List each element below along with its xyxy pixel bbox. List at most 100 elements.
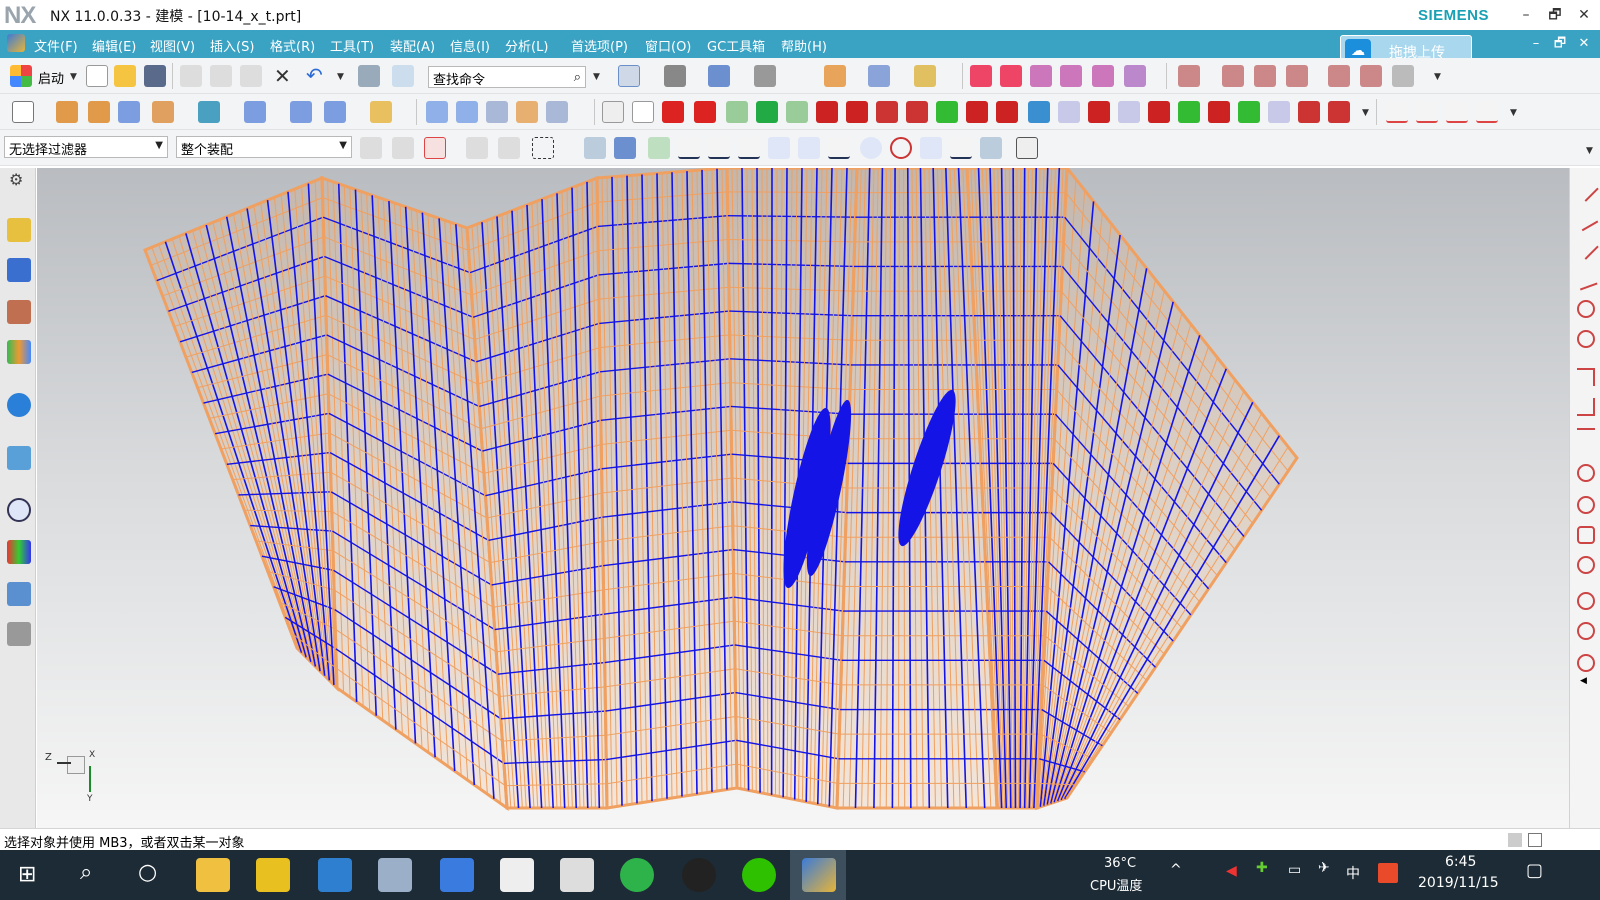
menu-insert[interactable]: 插入(S) [210, 36, 254, 55]
grid-icon[interactable] [1016, 137, 1038, 159]
rounded-rect-icon[interactable] [1577, 526, 1595, 544]
gear-icon[interactable]: ⚙ [9, 170, 23, 189]
reuse-library-icon[interactable] [7, 340, 31, 364]
offset-curve-icon[interactable] [1124, 65, 1146, 87]
start-icon[interactable] [10, 65, 32, 87]
assembly-navigator-icon[interactable] [7, 258, 31, 282]
link-icon[interactable] [906, 101, 928, 123]
cut-icon[interactable] [180, 65, 202, 87]
surface-icon[interactable] [426, 101, 448, 123]
save-icon[interactable] [144, 65, 166, 87]
notification-icon[interactable]: ▢ [1526, 860, 1543, 881]
battery-icon[interactable]: ▭ [1288, 862, 1301, 878]
wave-icon[interactable] [1360, 65, 1382, 87]
dot-pattern-icon[interactable] [726, 101, 748, 123]
toolbar-overflow-icon[interactable]: ▼ [1586, 146, 1593, 156]
spur-gear-icon[interactable] [1058, 101, 1080, 123]
history-icon[interactable] [7, 498, 31, 522]
menu-window[interactable]: 窗口(O) [645, 36, 691, 55]
wheel-icon[interactable] [1148, 101, 1170, 123]
wireframe-model[interactable] [37, 168, 1569, 828]
chamfer-icon[interactable] [1577, 428, 1595, 446]
o-ring-icon[interactable] [996, 101, 1018, 123]
doc-restore-button[interactable]: 🗗 [1550, 34, 1570, 54]
toolbar-overflow-icon[interactable]: ▼ [1362, 108, 1369, 118]
mesh-surface-icon[interactable] [456, 101, 478, 123]
control-point-snap-icon[interactable] [738, 137, 760, 159]
wechat-icon[interactable] [742, 858, 776, 892]
toolbar-overflow-icon[interactable]: ▼ [593, 72, 600, 82]
paint-icon[interactable] [378, 858, 412, 892]
intersection-snap-icon[interactable] [768, 137, 790, 159]
minimize-button[interactable]: – [1512, 2, 1540, 28]
circle-point-icon[interactable] [1577, 592, 1595, 610]
close-button[interactable]: ✕ [1570, 2, 1598, 28]
background-icon[interactable] [754, 65, 776, 87]
point-on-curve-snap-icon[interactable] [950, 137, 972, 159]
menu-gc-toolkit[interactable]: GC工具箱 [707, 36, 765, 55]
flower-gear-icon[interactable] [1088, 101, 1110, 123]
windows-start-icon[interactable]: ⊞ [18, 862, 36, 887]
corner-icon[interactable] [1577, 368, 1595, 386]
shell-icon[interactable] [244, 101, 266, 123]
parallel-lines-icon[interactable] [1573, 234, 1599, 260]
draft-icon[interactable] [290, 101, 312, 123]
repeat-command-icon[interactable] [358, 65, 380, 87]
select-feature-icon[interactable] [584, 137, 606, 159]
extrude-icon[interactable] [56, 101, 78, 123]
toolbar-overflow-icon[interactable]: ▼ [1510, 108, 1517, 118]
menu-information[interactable]: 信息(I) [450, 36, 490, 55]
start-dropdown-icon[interactable]: ▼ [70, 72, 77, 82]
arc-center-snap-icon[interactable] [890, 137, 912, 159]
constraint-icon[interactable] [1286, 65, 1308, 87]
selection-scope-dropdown[interactable]: 整个装配 ▼ [176, 136, 352, 158]
collapse-arrow-icon[interactable]: ◀ [1580, 676, 1587, 686]
start-label[interactable]: 启动 [38, 68, 64, 87]
menu-assembly[interactable]: 装配(A) [390, 36, 435, 55]
part-navigator-icon[interactable] [7, 218, 31, 242]
measure-icon[interactable] [914, 65, 936, 87]
restore-button[interactable]: 🗗 [1541, 2, 1569, 28]
status-icon-2[interactable] [1528, 833, 1542, 847]
circle-tangent-icon[interactable] [1577, 654, 1595, 672]
app-icon-5[interactable] [440, 858, 474, 892]
extend-curve-icon[interactable] [1446, 101, 1468, 123]
circle-diameter-icon[interactable] [1577, 622, 1595, 640]
pattern-icon[interactable] [370, 101, 392, 123]
bolt-icon[interactable] [936, 101, 958, 123]
ring-icon[interactable] [756, 101, 778, 123]
offset-surface-icon[interactable] [516, 101, 538, 123]
menu-format[interactable]: 格式(R) [270, 36, 315, 55]
point-on-surface-snap-icon[interactable] [980, 137, 1002, 159]
file-explorer-icon[interactable] [196, 858, 230, 892]
menu-preferences[interactable]: 首选项(P) [571, 36, 628, 55]
swept-icon[interactable] [486, 101, 508, 123]
security-icon[interactable]: ✚ [1256, 860, 1268, 876]
spring-icon[interactable] [694, 101, 716, 123]
circle-center-icon[interactable] [1577, 496, 1595, 514]
orient-view-icon[interactable] [708, 65, 730, 87]
line-icon[interactable] [1573, 176, 1599, 202]
clock-time[interactable]: 6:45 [1445, 854, 1476, 870]
autocad-icon[interactable] [256, 858, 290, 892]
sew-icon[interactable] [546, 101, 568, 123]
worm-icon[interactable] [1298, 101, 1320, 123]
fillet-icon[interactable] [1577, 398, 1595, 416]
bearing-icon[interactable] [1028, 101, 1050, 123]
selection-filter-dropdown[interactable]: 无选择过滤器 ▼ [4, 136, 168, 158]
cam-icon[interactable] [1238, 101, 1260, 123]
assembly-icon[interactable] [1178, 65, 1200, 87]
rectangle-select-icon[interactable] [532, 137, 554, 159]
open-folder-icon[interactable] [114, 65, 136, 87]
perpendicular-icon[interactable] [1574, 267, 1598, 291]
rack-icon[interactable] [1268, 101, 1290, 123]
block-icon[interactable] [118, 101, 140, 123]
hd3d-tools-icon[interactable] [7, 393, 31, 417]
select-body-icon[interactable] [614, 137, 636, 159]
mesh-sheet[interactable] [1035, 168, 1299, 811]
camera-icon[interactable] [500, 858, 534, 892]
graphics-window[interactable]: Z X Y [37, 168, 1569, 828]
mesh-sheet[interactable] [143, 175, 339, 692]
dots-icon[interactable] [786, 101, 808, 123]
task-view-icon[interactable]: ○ [138, 860, 157, 885]
